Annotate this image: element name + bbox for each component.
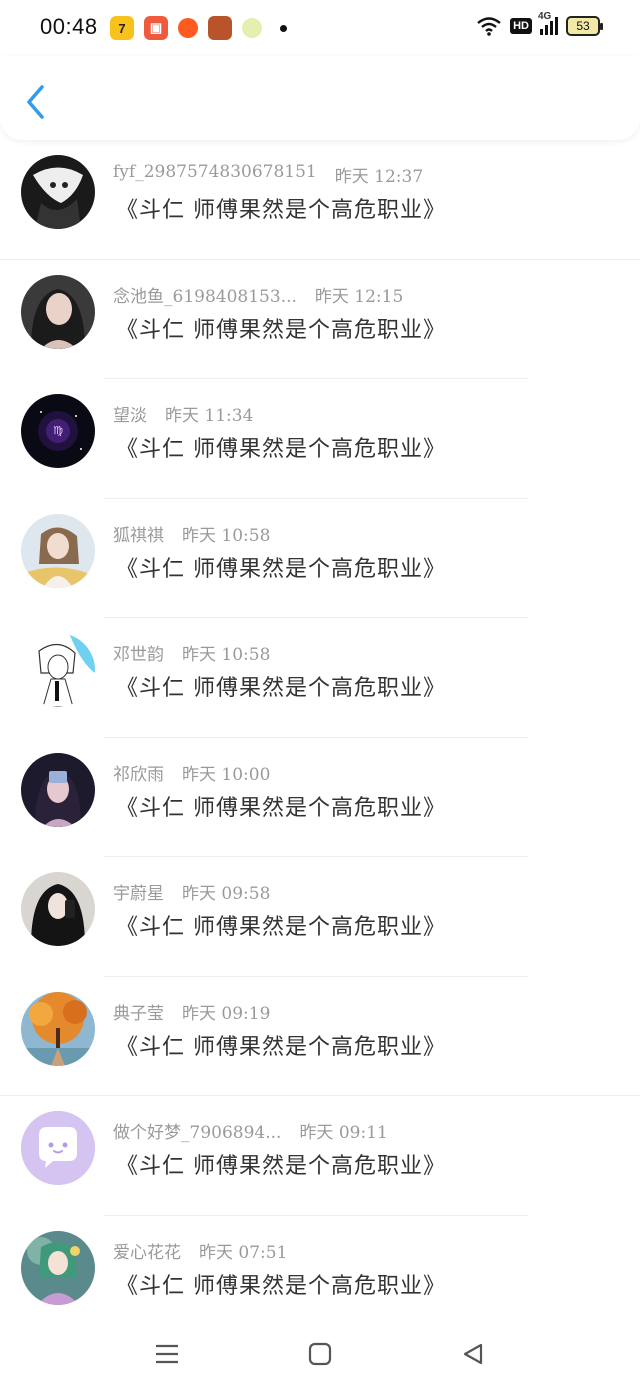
user-name[interactable]: 念池鱼_6198408153... [113, 282, 297, 307]
comment-text: 《斗仁 师傅果然是个高危职业》 [116, 795, 446, 821]
comment-meta: 邓世韵 昨天 10:58 [113, 640, 270, 665]
menu-button[interactable] [149, 1336, 185, 1372]
svg-text:♍: ♍ [53, 424, 63, 437]
user-name[interactable]: 做个好梦_7906894... [113, 1118, 281, 1143]
comment-time: 昨天 11:34 [165, 406, 254, 426]
comment-meta: 祁欣雨 昨天 10:00 [113, 760, 270, 785]
comment-meta: fyf_2987574830678151 昨天 12:37 [113, 162, 423, 187]
user-name[interactable]: 宇蔚星 [113, 879, 164, 904]
comment-time: 昨天 10:58 [182, 525, 271, 546]
hd-badge: HD [510, 18, 532, 34]
comment-time: 昨天 09:11 [299, 1123, 388, 1143]
list-item[interactable]: 狐祺祺 昨天 10:58 《斗仁 师傅果然是个高危职业》 [0, 499, 640, 618]
back-nav-button[interactable] [455, 1336, 491, 1372]
wechat-bean-icon [242, 18, 262, 38]
comment-text: 《斗仁 师傅果然是个高危职业》 [116, 915, 446, 940]
wifi-icon [477, 17, 501, 36]
comment-time: 昨天 09:19 [182, 1003, 271, 1024]
system-icons: HD 4G 53 [476, 11, 603, 36]
comment-text: 《斗仁 师傅果然是个高危职业》 [116, 198, 446, 223]
home-square-icon [308, 1342, 332, 1366]
list-item[interactable]: 典子莹 昨天 09:19 《斗仁 师傅果然是个高危职业》 [0, 977, 640, 1096]
user-avatar[interactable] [21, 633, 95, 707]
comment-meta: 典子莹 昨天 09:19 [113, 999, 270, 1024]
user-avatar[interactable]: ♍ [21, 394, 95, 468]
user-avatar[interactable] [21, 1111, 95, 1185]
list-item[interactable]: 祁欣雨 昨天 10:00 《斗仁 师傅果然是个高危职业》 [0, 738, 640, 857]
honor-of-kings-icon [208, 16, 232, 40]
user-avatar[interactable] [21, 274, 95, 349]
comment-meta: 宇蔚星 昨天 09:58 [113, 879, 270, 904]
network-type-label: 4G [538, 11, 552, 22]
list-item[interactable]: 爱心花花 昨天 07:51 《斗仁 师傅果然是个高危职业》 [0, 1216, 640, 1336]
comment-meta: 做个好梦_7906894... 昨天 09:11 [113, 1118, 388, 1143]
user-name[interactable]: 邓世韵 [113, 640, 164, 665]
user-name[interactable]: 狐祺祺 [113, 521, 164, 546]
user-name[interactable]: 望淡 [113, 401, 147, 426]
taobao-icon [178, 18, 198, 38]
user-avatar[interactable] [21, 872, 95, 946]
system-nav-bar [0, 1320, 640, 1387]
comment-time: 昨天 12:15 [314, 286, 404, 307]
user-avatar[interactable] [21, 752, 95, 827]
list-item[interactable]: fyf_2987574830678151 昨天 12:37 《斗仁 师傅果然是个… [0, 140, 640, 260]
comment-text: 《斗仁 师傅果然是个高危职业》 [116, 556, 446, 582]
user-name[interactable]: fyf_2987574830678151 [113, 162, 317, 187]
comment-time: 昨天 12:37 [334, 167, 424, 187]
toutiao-icon: ▣ [144, 16, 168, 40]
list-item[interactable]: 宇蔚星 昨天 09:58 《斗仁 师傅果然是个高危职业》 [0, 857, 640, 977]
user-avatar[interactable] [21, 155, 95, 229]
comment-time: 昨天 07:51 [199, 1242, 288, 1263]
more-notifications-dot [280, 24, 287, 32]
list-item[interactable]: ♍ 望淡 昨天 11:34 《斗仁 师傅果然是个高危职业》 [0, 379, 640, 499]
default-chat-avatar-icon [21, 1111, 95, 1185]
status-time: 00:48 [40, 14, 98, 39]
comment-text: 《斗仁 师傅果然是个高危职业》 [116, 676, 446, 701]
user-name[interactable]: 爱心花花 [113, 1238, 181, 1263]
chevron-left-icon [27, 85, 44, 119]
comment-text: 《斗仁 师傅果然是个高危职业》 [116, 1034, 446, 1060]
comment-text: 《斗仁 师傅果然是个高危职业》 [116, 1273, 446, 1299]
comment-text: 《斗仁 师傅果然是个高危职业》 [116, 317, 446, 343]
comment-time: 昨天 10:58 [182, 645, 271, 665]
user-avatar[interactable] [21, 991, 95, 1066]
comment-text: 《斗仁 师傅果然是个高危职业》 [116, 437, 446, 462]
comment-list: fyf_2987574830678151 昨天 12:37 《斗仁 师傅果然是个… [0, 140, 640, 1335]
menu-icon [156, 1344, 178, 1364]
back-button[interactable] [18, 82, 52, 122]
user-name[interactable]: 祁欣雨 [113, 760, 164, 785]
user-avatar[interactable] [21, 513, 95, 588]
list-item[interactable]: 做个好梦_7906894... 昨天 09:11 《斗仁 师傅果然是个高危职业》 [0, 1096, 640, 1216]
list-item[interactable]: 邓世韵 昨天 10:58 《斗仁 师傅果然是个高危职业》 [0, 618, 640, 738]
comment-meta: 望淡 昨天 11:34 [113, 401, 253, 426]
comment-text: 《斗仁 师傅果然是个高危职业》 [116, 1154, 446, 1179]
notification-icons: 7 ▣ [110, 16, 287, 40]
comment-meta: 念池鱼_6198408153... 昨天 12:15 [113, 282, 403, 307]
list-item[interactable]: 念池鱼_6198408153... 昨天 12:15 《斗仁 师傅果然是个高危职… [0, 260, 640, 379]
user-name[interactable]: 典子莹 [113, 999, 164, 1024]
home-button[interactable] [302, 1336, 338, 1372]
header [0, 56, 640, 140]
status-bar: 00:48 7 ▣ HD 4G 53 [0, 0, 640, 56]
back-triangle-icon [463, 1343, 483, 1365]
battery-icon: 53 [566, 16, 603, 36]
signal-icon: 4G [538, 11, 558, 35]
comment-meta: 狐祺祺 昨天 10:58 [113, 521, 270, 546]
comment-time: 昨天 09:58 [182, 884, 271, 904]
user-avatar[interactable] [21, 1230, 95, 1305]
comment-time: 昨天 10:00 [182, 764, 271, 785]
battery-level: 53 [576, 19, 590, 33]
tencent-video-icon: 7 [110, 16, 134, 40]
comment-meta: 爱心花花 昨天 07:51 [113, 1238, 287, 1263]
